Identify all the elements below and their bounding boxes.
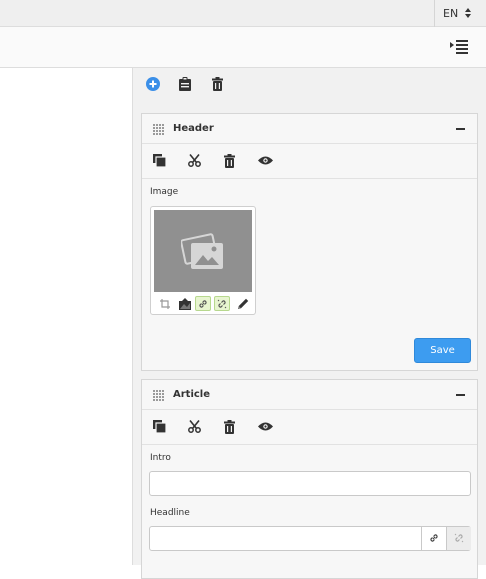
link-button[interactable] <box>195 296 211 311</box>
article-block-title: Article <box>173 389 211 400</box>
unlink-icon <box>217 299 227 309</box>
headline-field-wrapper <box>149 526 471 551</box>
copy-icon[interactable] <box>153 154 166 167</box>
trash-icon[interactable] <box>212 77 223 91</box>
link-icon <box>430 534 438 542</box>
pencil-icon[interactable] <box>238 298 249 309</box>
intro-label: Intro <box>150 453 171 463</box>
plus-circle-icon[interactable] <box>146 77 160 91</box>
link-icon <box>199 300 207 308</box>
sort-arrows-icon <box>465 8 471 18</box>
header-block-head: Header <box>142 114 477 144</box>
minus-icon[interactable] <box>456 128 465 130</box>
image-upload-icon[interactable] <box>179 298 191 310</box>
headline-label: Headline <box>150 508 190 518</box>
crop-icon[interactable] <box>160 299 170 309</box>
image-label: Image <box>150 187 179 197</box>
clipboard-icon[interactable] <box>179 77 191 91</box>
intro-field[interactable] <box>149 471 471 496</box>
copy-icon[interactable] <box>153 420 166 433</box>
scissors-icon[interactable] <box>188 420 201 433</box>
save-button[interactable]: Save <box>414 338 471 363</box>
header-block-toolbar <box>142 144 477 179</box>
editor-toolbar <box>0 27 486 68</box>
image-placeholder-icon <box>181 233 223 269</box>
article-block: Article Intro Headline <box>141 379 478 579</box>
unlink-icon <box>454 533 464 543</box>
top-bar: EN <box>0 0 486 27</box>
eye-icon[interactable] <box>258 422 273 431</box>
language-selector[interactable]: EN <box>434 0 486 27</box>
headline-link-button[interactable] <box>421 527 446 550</box>
trash-icon[interactable] <box>224 154 235 168</box>
headline-input[interactable] <box>150 527 420 550</box>
article-block-head: Article <box>142 380 477 410</box>
content-canvas <box>0 68 133 565</box>
header-block: Header Image Save <box>141 113 478 371</box>
image-picker <box>150 206 256 315</box>
headline-unlink-button[interactable] <box>446 527 471 550</box>
eye-icon[interactable] <box>258 156 273 165</box>
indent-lines-icon[interactable] <box>450 39 468 55</box>
drag-grip-icon[interactable] <box>153 124 164 135</box>
blocks-sidebar: Header Image Save Article Intro Headline <box>133 68 486 579</box>
scissors-icon[interactable] <box>188 154 201 167</box>
image-thumbnail[interactable] <box>154 210 252 292</box>
language-label: EN <box>443 7 459 20</box>
minus-icon[interactable] <box>456 394 465 396</box>
trash-icon[interactable] <box>224 420 235 434</box>
header-block-title: Header <box>173 123 214 134</box>
article-block-toolbar <box>142 410 477 445</box>
unlink-button[interactable] <box>214 296 230 311</box>
drag-grip-icon[interactable] <box>153 390 164 401</box>
